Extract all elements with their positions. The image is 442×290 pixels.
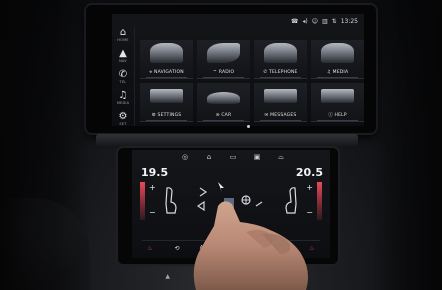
screen-icon[interactable]: ▣ bbox=[250, 153, 264, 161]
driver-temp-minus-button[interactable]: − bbox=[149, 208, 156, 217]
tile-divider bbox=[146, 120, 187, 121]
defrost-icon[interactable]: ⌓ bbox=[277, 244, 293, 252]
tile-label: ⓘ HELP bbox=[328, 113, 347, 118]
left-shadow bbox=[0, 0, 90, 290]
tile-label: ✆ TELEPHONE bbox=[263, 70, 298, 75]
tile-divider bbox=[203, 77, 244, 78]
tile-divider bbox=[146, 77, 187, 78]
app-tile-grid: ⟡ NAVIGATION ⌔ RADIO ✆ TELEPHONE ♫ MEDIA bbox=[140, 40, 364, 122]
hw-button[interactable]: ≋ start bbox=[241, 269, 249, 283]
start-icon: ≋ bbox=[242, 269, 248, 276]
volume-icon: ◂) bbox=[302, 17, 308, 25]
hw-button-label: drive bbox=[200, 277, 210, 281]
telephone-icon bbox=[264, 43, 297, 63]
hw-button[interactable]: ⚠ drive bbox=[201, 269, 210, 283]
tile-divider bbox=[317, 77, 358, 78]
passenger-temperature: 20.5 bbox=[295, 166, 323, 179]
close-icon: ✕ bbox=[279, 272, 285, 280]
side-nav-home[interactable]: ⌂ HOME bbox=[112, 27, 134, 42]
passenger-temp-slider[interactable] bbox=[317, 182, 322, 220]
airflow-controls[interactable] bbox=[194, 176, 266, 220]
side-nav-label: HOME bbox=[117, 38, 129, 42]
tile-navigation[interactable]: ⟡ NAVIGATION bbox=[140, 40, 193, 79]
driver-seat-icon[interactable] bbox=[163, 186, 177, 216]
hw-button[interactable]: ✕ bbox=[280, 273, 285, 280]
tile-divider bbox=[317, 120, 358, 121]
tile-media[interactable]: ♫ MEDIA bbox=[311, 40, 364, 79]
ac-button[interactable]: A/C bbox=[196, 245, 212, 251]
help-icon bbox=[321, 89, 354, 103]
fan-speed-icon[interactable]: ⌂ bbox=[202, 153, 216, 161]
recirculation-icon[interactable]: ⟲ bbox=[169, 245, 185, 252]
auto-icon[interactable]: ✱ bbox=[223, 245, 239, 252]
tile-label: ♫ MEDIA bbox=[326, 70, 349, 75]
tile-help[interactable]: ⓘ HELP bbox=[311, 83, 364, 122]
tile-car[interactable]: ⊜ CAR bbox=[197, 83, 250, 122]
passenger-temp-plus-button[interactable]: + bbox=[306, 183, 313, 192]
right-shadow bbox=[372, 0, 442, 290]
tile-radio[interactable]: ⌔ RADIO bbox=[197, 40, 250, 79]
seat-heat-left-icon[interactable]: ♨ bbox=[142, 245, 158, 252]
settings-icon bbox=[150, 89, 183, 103]
tile-settings[interactable]: ⚙ SETTINGS bbox=[140, 83, 193, 122]
home-icon: ⌂ bbox=[119, 27, 127, 38]
tile-label: ⌔ RADIO bbox=[212, 70, 235, 75]
up-arrow-icon: ▲ bbox=[165, 272, 171, 280]
side-nav-label: TEL bbox=[119, 80, 127, 84]
side-nav-label: NAV bbox=[119, 59, 127, 63]
page-indicator-dot bbox=[247, 125, 250, 128]
car-icon bbox=[207, 92, 240, 104]
side-nav-label: MEDIA bbox=[116, 101, 130, 105]
clock: 13:25 bbox=[340, 17, 358, 25]
connection-icon: ⇅ bbox=[331, 17, 337, 25]
hw-button-label: start bbox=[240, 277, 249, 281]
upper-infotainment-screen: ☎ ◂) ☺ ▥ ⇅ 13:25 ⌂ HOME ▲ NAV ✆ TEL ♫ ME… bbox=[112, 14, 364, 126]
hardware-button-row: ▲ ⚠ drive ≋ start ✕ bbox=[150, 267, 300, 285]
side-nav: ⌂ HOME ▲ NAV ✆ TEL ♫ MEDIA ⚙ SET bbox=[112, 27, 135, 126]
navigation-arrow-icon: ▲ bbox=[119, 48, 127, 59]
user-icon: ☺ bbox=[311, 17, 318, 25]
driver-temp-slider[interactable] bbox=[140, 182, 145, 220]
status-bar: ☎ ◂) ☺ ▥ ⇅ 13:25 bbox=[291, 16, 358, 26]
signal-icon: ☎ bbox=[290, 17, 299, 25]
gear-icon: ⚙ bbox=[118, 111, 128, 122]
tile-telephone[interactable]: ✆ TELEPHONE bbox=[254, 40, 307, 79]
side-nav-set[interactable]: ⚙ SET bbox=[112, 111, 134, 126]
seat-ventilation-icon[interactable]: ≋ bbox=[250, 245, 266, 252]
radio-icon bbox=[207, 43, 240, 63]
media-icon bbox=[321, 43, 354, 63]
rear-defrost-icon[interactable]: ▭ bbox=[226, 153, 240, 161]
side-nav-media[interactable]: ♫ MEDIA bbox=[112, 90, 134, 105]
climate-top-icons: ◎ ⌂ ▭ ▣ ⌓ bbox=[178, 152, 288, 162]
music-note-icon: ♫ bbox=[118, 90, 128, 101]
tile-divider bbox=[203, 120, 244, 121]
tile-divider bbox=[260, 77, 301, 78]
driver-temperature: 19.5 bbox=[141, 166, 169, 179]
side-nav-tel[interactable]: ✆ TEL bbox=[112, 69, 134, 84]
dashboard-trim bbox=[96, 134, 358, 146]
navigation-icon bbox=[150, 43, 183, 63]
passenger-seat-icon[interactable] bbox=[285, 186, 299, 216]
side-nav-nav[interactable]: ▲ NAV bbox=[112, 48, 134, 63]
hw-button[interactable]: ▲ bbox=[165, 273, 170, 280]
seat-heat-right-icon[interactable]: ♨ bbox=[304, 245, 320, 252]
driver-temp-plus-button[interactable]: + bbox=[149, 183, 156, 192]
phone-icon: ✆ bbox=[118, 69, 128, 80]
hazard-icon: ⚠ bbox=[202, 269, 208, 276]
network-icon: ▥ bbox=[322, 17, 328, 25]
climate-control-screen: ◎ ⌂ ▭ ▣ ⌓ 19.5 20.5 + − + − ♨ ⟲ A/C ✱ ≋ … bbox=[132, 150, 330, 258]
climate-bottom-row: ♨ ⟲ A/C ✱ ≋ ⌓ ♨ bbox=[142, 240, 320, 255]
messages-icon bbox=[264, 89, 297, 103]
car-interior-photo: ☎ ◂) ☺ ▥ ⇅ 13:25 ⌂ HOME ▲ NAV ✆ TEL ♫ ME… bbox=[0, 0, 442, 290]
tile-divider bbox=[260, 120, 301, 121]
passenger-temp-minus-button[interactable]: − bbox=[306, 208, 313, 217]
tile-messages[interactable]: ✉ MESSAGES bbox=[254, 83, 307, 122]
tile-label: ✉ MESSAGES bbox=[264, 113, 297, 118]
steering-wheel-heat-icon[interactable]: ◎ bbox=[178, 153, 192, 161]
tile-label: ⚙ SETTINGS bbox=[151, 113, 182, 118]
front-defrost-icon[interactable]: ⌓ bbox=[274, 153, 288, 162]
tile-label: ⊜ CAR bbox=[215, 113, 232, 118]
tile-label: ⟡ NAVIGATION bbox=[149, 70, 184, 75]
side-nav-label: SET bbox=[119, 122, 127, 126]
